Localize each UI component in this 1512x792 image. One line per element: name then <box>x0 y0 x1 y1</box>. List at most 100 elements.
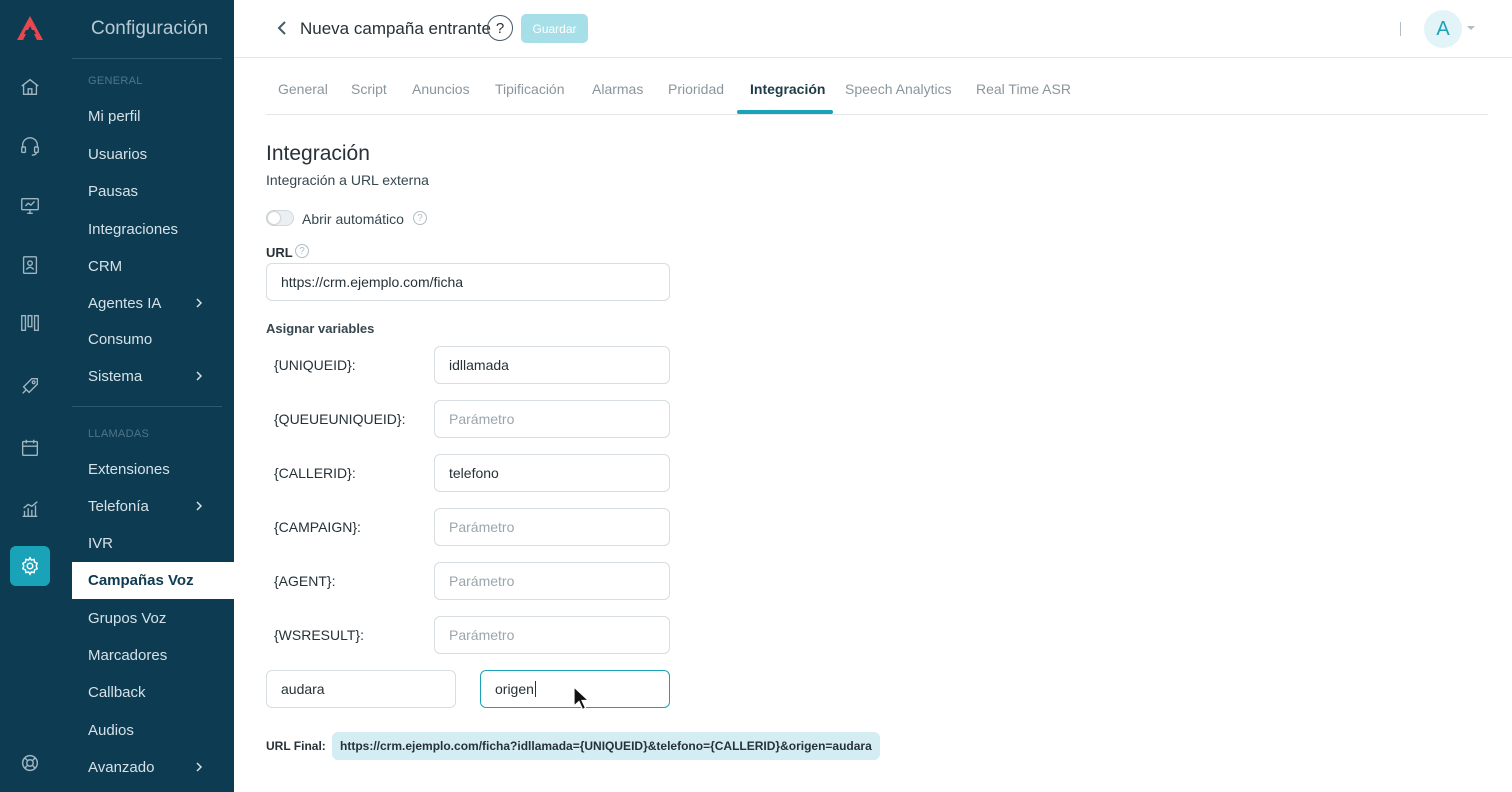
custom-variable-input[interactable]: audara <box>266 670 456 708</box>
menu-item-mi-perfil[interactable]: Mi perfil <box>72 98 234 134</box>
header-divider <box>1400 22 1401 36</box>
menu-item-campanas-voz[interactable]: Campañas Voz <box>72 562 234 599</box>
menu-item-label: Grupos Voz <box>88 609 167 627</box>
menu-item-label: CRM <box>88 257 123 275</box>
variable-input-uniqueid[interactable]: idllamada <box>434 346 670 384</box>
menu-item-label: Pausas <box>88 182 139 200</box>
variable-input-agent[interactable]: Parámetro <box>434 562 670 600</box>
monitor-icon[interactable] <box>10 186 50 226</box>
text-caret <box>534 681 536 697</box>
home-icon[interactable] <box>10 67 50 107</box>
auto-open-toggle[interactable] <box>266 210 294 226</box>
tab-alarmas[interactable]: Alarmas <box>592 81 643 97</box>
menu-item-label: Usuarios <box>88 145 148 163</box>
back-arrow-icon[interactable] <box>274 18 290 38</box>
calendar-icon[interactable] <box>10 428 50 468</box>
headset-icon[interactable] <box>10 126 50 166</box>
menu-item-pausas[interactable]: Pausas <box>72 173 234 209</box>
final-url-label: URL Final: <box>266 739 326 753</box>
variable-name-uniqueid: {UNIQUEID}: <box>274 357 356 373</box>
tab-anuncios[interactable]: Anuncios <box>412 81 470 97</box>
tab-prioridad[interactable]: Prioridad <box>668 81 724 97</box>
custom-parameter-value: origen <box>495 681 534 697</box>
variable-input-campaign[interactable]: Parámetro <box>434 508 670 546</box>
menu-item-label: Callback <box>88 683 146 701</box>
chevron-down-icon[interactable] <box>1466 24 1476 32</box>
mouse-pointer-icon <box>573 686 591 711</box>
variable-name-agent: {AGENT}: <box>274 573 336 589</box>
settings-menu: Configuración GENERAL Mi perfil Usuarios… <box>60 0 234 792</box>
chevron-right-icon <box>196 762 203 772</box>
page-title: Nueva campaña entrante <box>300 19 491 38</box>
url-input[interactable]: https://crm.ejemplo.com/ficha <box>266 263 670 301</box>
menu-item-integraciones[interactable]: Integraciones <box>72 211 234 247</box>
contacts-icon[interactable] <box>10 245 50 285</box>
menu-item-label: Avanzado <box>88 758 155 776</box>
variable-input-wsresult[interactable]: Parámetro <box>434 616 670 654</box>
rocket-icon[interactable] <box>10 366 50 406</box>
menu-item-label: IVR <box>88 534 114 552</box>
support-icon[interactable] <box>10 743 50 783</box>
menu-item-label: Agentes IA <box>88 294 162 312</box>
variable-name-campaign: {CAMPAIGN}: <box>274 519 361 535</box>
url-label: URL <box>266 245 293 260</box>
menu-item-label: Extensiones <box>88 460 170 478</box>
menu-curve <box>174 599 234 631</box>
help-button[interactable]: ? <box>487 15 513 41</box>
save-button[interactable]: Guardar <box>521 14 588 43</box>
menu-item-marcadores[interactable]: Marcadores <box>72 637 234 673</box>
board-icon[interactable] <box>10 303 50 343</box>
menu-item-telefonia[interactable]: Telefonía <box>72 488 234 524</box>
menu-item-sistema[interactable]: Sistema <box>72 358 234 394</box>
menu-item-extensiones[interactable]: Extensiones <box>72 451 234 487</box>
menu-item-audios[interactable]: Audios <box>72 712 234 748</box>
menu-item-label: Telefonía <box>88 497 149 515</box>
menu-item-callback[interactable]: Callback <box>72 674 234 710</box>
final-url-value: https://crm.ejemplo.com/ficha?idllamada=… <box>332 732 880 760</box>
menu-item-label: Integraciones <box>88 220 179 238</box>
toggle-knob <box>268 212 280 224</box>
menu-item-label: Marcadores <box>88 646 168 664</box>
chevron-right-icon <box>196 298 203 308</box>
section-heading: Integración <box>266 142 370 165</box>
tab-integracion[interactable]: Integración <box>750 81 825 97</box>
settings-icon[interactable] <box>10 546 50 586</box>
help-icon[interactable]: ? <box>295 244 309 258</box>
avatar[interactable]: A <box>1424 10 1462 48</box>
section-llamadas: LLAMADAS <box>88 428 150 440</box>
stats-icon[interactable] <box>10 489 50 529</box>
active-tab-indicator <box>737 110 833 114</box>
app-logo-icon[interactable] <box>15 14 45 42</box>
menu-item-crm[interactable]: CRM <box>72 248 234 284</box>
variable-name-wsresult: {WSRESULT}: <box>274 627 364 643</box>
top-header: Nueva campaña entrante ? Guardar A <box>234 0 1512 58</box>
tab-script[interactable]: Script <box>351 81 387 97</box>
tab-speech-analytics[interactable]: Speech Analytics <box>845 81 952 97</box>
chevron-right-icon <box>196 501 203 511</box>
menu-item-label: Campañas Voz <box>88 572 194 589</box>
menu-item-consumo[interactable]: Consumo <box>72 321 234 357</box>
section-subtitle: Integración a URL externa <box>266 172 429 188</box>
tab-bar: General Script Anuncios Tipificación Ala… <box>266 66 1488 115</box>
menu-curve <box>174 530 234 562</box>
menu-item-label: Sistema <box>88 367 143 385</box>
menu-item-label: Audios <box>88 721 134 739</box>
tab-general[interactable]: General <box>278 81 328 97</box>
menu-divider <box>72 406 222 407</box>
menu-divider <box>72 58 222 59</box>
section-general: GENERAL <box>88 75 143 87</box>
variable-input-queueuniqueid[interactable]: Parámetro <box>434 400 670 438</box>
menu-item-agentes-ia[interactable]: Agentes IA <box>72 285 234 321</box>
variable-name-queueuniqueid: {QUEUEUNIQUEID}: <box>274 411 406 427</box>
tab-real-time-asr[interactable]: Real Time ASR <box>976 81 1071 97</box>
menu-item-avanzado[interactable]: Avanzado <box>72 749 234 785</box>
auto-open-label: Abrir automático <box>302 211 404 227</box>
menu-title: Configuración <box>91 18 209 39</box>
variable-input-callerid[interactable]: telefono <box>434 454 670 492</box>
chevron-right-icon <box>196 371 203 381</box>
help-icon[interactable]: ? <box>413 211 427 225</box>
tab-tipificacion[interactable]: Tipificación <box>495 81 565 97</box>
menu-item-usuarios[interactable]: Usuarios <box>72 136 234 172</box>
variable-name-callerid: {CALLERID}: <box>274 465 356 481</box>
menu-item-label: Mi perfil <box>88 107 141 125</box>
